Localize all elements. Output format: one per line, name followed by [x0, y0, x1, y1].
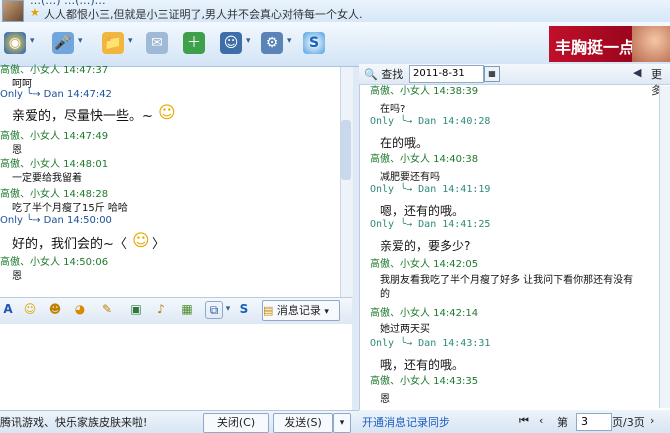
date-input[interactable]: 2011-8-31 [409, 65, 484, 83]
avatar[interactable] [2, 0, 24, 22]
chat-message-body: 亲爱的，尽量快一些。~ [12, 109, 153, 124]
chevron-down-icon[interactable]: ▾ [246, 36, 251, 46]
chevron-down-icon[interactable]: ▾ [30, 36, 35, 46]
history-entry-header: 高傲、小女人 14:42:05 [370, 259, 479, 270]
soso-search-icon[interactable]: S [236, 301, 252, 317]
settings-icon[interactable]: ⚙ [261, 32, 283, 54]
promo-link[interactable]: 腾讯游戏、快乐家族皮肤来啦! [0, 414, 147, 430]
ad-text[interactable]: 丰胸挺一点 [555, 34, 635, 58]
history-entry-body: 在的哦。 [380, 136, 429, 150]
chat-message-header: 高傲、小女人 14:48:28 [0, 189, 109, 200]
music-icon[interactable]: ♪ [153, 301, 169, 317]
chevron-down-icon[interactable]: ▾ [220, 301, 236, 317]
chat-message-tail: 〉 [152, 237, 166, 252]
chevron-down-icon[interactable]: ▾ [128, 36, 133, 46]
send-options-dropdown[interactable]: ▾ [333, 413, 351, 433]
microphone-icon[interactable]: 🎤 [52, 32, 74, 54]
chat-message-header: 高傲、小女人 14:47:49 [0, 131, 109, 142]
graffiti-icon[interactable]: ✎ [99, 301, 115, 317]
page-total: 页/3页 [612, 416, 645, 429]
first-page-icon[interactable]: ⏮ [519, 414, 529, 428]
history-entry-header: 高傲、小女人 14:42:14 [370, 308, 479, 319]
sync-history-link[interactable]: 开通消息记录同步 [362, 414, 450, 430]
page-number-input[interactable]: 3 [576, 413, 612, 431]
chat-message-body: 恩 [12, 145, 22, 156]
emoticon-icon[interactable]: ☺ [22, 301, 38, 317]
history-label: 消息记录 [276, 304, 321, 317]
add-app-icon[interactable]: ＋ [183, 32, 205, 54]
chat-scrollbar[interactable] [340, 67, 353, 297]
chat-message-body: 恩 [12, 271, 22, 282]
chat-message-header: 高傲、小女人 14:47:37 [0, 65, 109, 76]
history-entry-body: 她过两天买 [380, 324, 430, 335]
chat-scrollbar-thumb[interactable] [341, 120, 351, 180]
history-entry-header: 高傲、小女人 14:43:35 [370, 376, 479, 387]
history-entry-body: 我朋友看我吃了半个月瘦了好多 让我问下看你那还有没有的 [380, 275, 634, 300]
history-panel: 高傲、小女人 14:38:39 在吗? Only ╰→ Dan 14:40:28 在的… [359, 64, 670, 410]
folder-icon[interactable]: 📁 [102, 32, 124, 54]
chevron-down-icon[interactable]: ▾ [287, 36, 292, 46]
history-toolbar [359, 64, 670, 85]
chat-panel: 高傲、小女人 14:47:37 呵呵 Only ╰→ Dan 14:47:42 亲爱的… [0, 65, 341, 297]
history-entry-body: 亲爱的，要多少? [380, 239, 471, 253]
contact-card-icon[interactable]: ☺ [220, 32, 242, 54]
history-scrollbar[interactable] [659, 86, 670, 408]
history-entry-body: 嗯，还有的哦。 [380, 204, 465, 218]
close-button[interactable]: 关闭(C) [203, 413, 269, 433]
history-entry-body: 哦，还有的哦。 [380, 358, 465, 372]
chat-message-header: 高傲、小女人 14:50:06 [0, 257, 109, 268]
chat-message-body: 吃了半个月瘦了15斤 哈哈 [12, 203, 128, 214]
next-page-icon[interactable]: › [650, 414, 654, 427]
message-history-button[interactable]: ▤ 消息记录 ▾ [262, 300, 340, 321]
ad-photo[interactable] [632, 26, 670, 62]
chevron-down-icon: ▾ [324, 307, 329, 317]
chat-message-header: Only ╰→ Dan 14:50:00 [0, 215, 112, 226]
soso-icon[interactable]: S [303, 32, 325, 54]
smiley-icon: ☺ [132, 231, 150, 251]
chat-message-body: 一定要给我留着 [12, 173, 82, 184]
calendar-icon[interactable]: ▦ [484, 66, 500, 82]
history-entry-header: Only ╰→ Dan 14:43:31 [370, 338, 491, 349]
contact-status: 人人都恨小三,但就是小三证明了,男人并不会真心对待每一个女人. [44, 8, 363, 21]
find-label: 查找 [381, 68, 404, 81]
search-icon: 🔍 [364, 68, 378, 81]
gift-icon[interactable]: ▦ [179, 301, 195, 317]
image-icon[interactable]: ▣ [128, 301, 144, 317]
history-entry-body: 恩 [380, 394, 390, 405]
prev-page-icon[interactable]: ‹ [539, 414, 543, 427]
font-icon[interactable]: A [0, 301, 16, 317]
history-entry-header: 高傲、小女人 14:40:38 [370, 154, 479, 165]
history-entry-header: Only ╰→ Dan 14:40:28 [370, 116, 491, 127]
smiley-icon: ☺ [158, 103, 176, 123]
chat-message-body: 好的，我们会的~〈 [12, 237, 127, 252]
message-input[interactable] [0, 324, 352, 410]
shake-icon[interactable]: ◕ [72, 301, 88, 317]
history-icon: ▤ [263, 304, 274, 317]
history-entry-body: 在吗? [380, 104, 406, 115]
history-entry-header: Only ╰→ Dan 14:41:25 [370, 219, 491, 230]
chat-message-header: 高傲、小女人 14:48:01 [0, 159, 109, 170]
chevron-down-icon[interactable]: ▾ [78, 36, 83, 46]
find-button[interactable]: 🔍 查找 [364, 66, 403, 82]
speaker-icon[interactable]: ◀ [633, 66, 641, 79]
page-label: 第 [557, 416, 568, 429]
chat-message-body: 呵呵 [12, 79, 32, 90]
qq-icon[interactable]: ◉ [4, 32, 26, 54]
send-button[interactable]: 发送(S) [273, 413, 333, 433]
history-entry-header: Only ╰→ Dan 14:41:19 [370, 184, 491, 195]
magic-emoticon-icon[interactable]: ☻ [47, 301, 63, 317]
email-icon[interactable]: ✉ [146, 32, 168, 54]
chat-message-header: Only ╰→ Dan 14:47:42 [0, 89, 112, 100]
history-entry-body: 减肥要还有吗 [380, 172, 440, 183]
status-star-icon: ★ [30, 6, 40, 19]
